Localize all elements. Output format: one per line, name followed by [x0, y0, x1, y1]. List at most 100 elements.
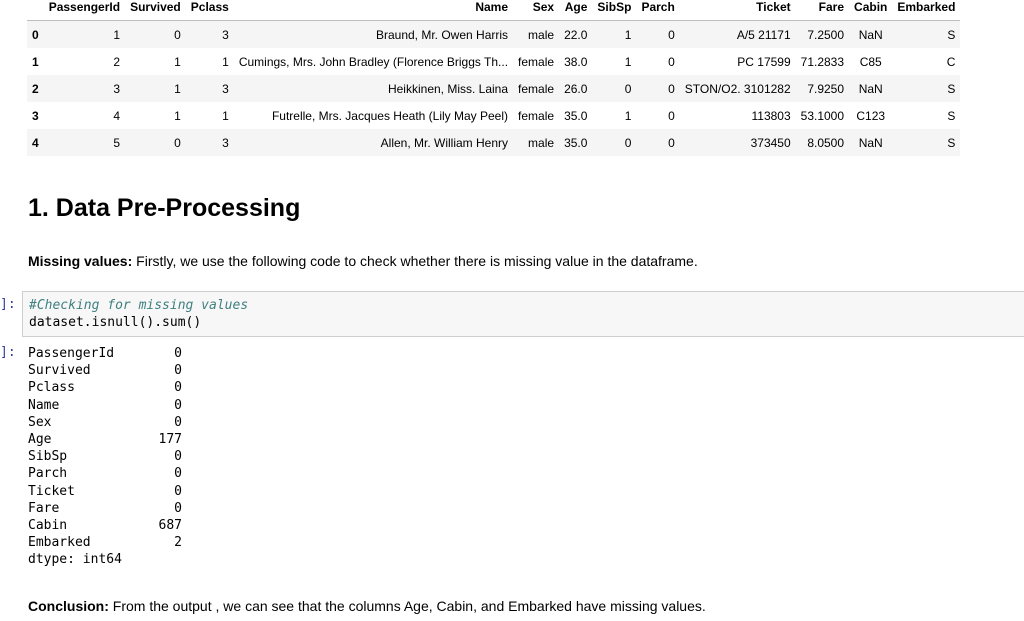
series-name: Sex	[28, 414, 52, 430]
table-cell: 7.9250	[807, 81, 845, 96]
column-header: PassengerId	[43, 0, 126, 21]
table-cell: PC 17599	[737, 54, 791, 69]
table-cell: 35.0	[564, 108, 588, 123]
table-row: 3 4 1 1 Futrelle, Mrs. Jacques Heath (Li…	[27, 102, 960, 129]
section-heading: 1. Data Pre-Processing	[28, 194, 301, 222]
series-name: Cabin	[28, 518, 68, 534]
table-cell: Allen, Mr. William Henry	[380, 135, 509, 150]
table-cell: 0	[668, 108, 675, 123]
row-index: 3	[32, 108, 39, 123]
table-header-row: PassengerId Survived Pclass Name Sex Age…	[27, 0, 961, 21]
series-name: SibSp	[28, 449, 68, 465]
series-value: 687	[158, 518, 182, 534]
column-header: Sex	[513, 0, 560, 21]
output-prompt: ]:	[0, 345, 16, 360]
table-cell: 1	[624, 27, 632, 42]
series-name: Embarked	[28, 535, 91, 551]
conclusion-label: Conclusion:	[28, 598, 109, 614]
table-cell: 3	[222, 27, 229, 42]
code-cell-input[interactable]: #Checking for missing values dataset.isn…	[22, 291, 1024, 337]
code-cell-output: PassengerId 0 Survived 0 Pclass 0 Name 0 Sex…	[28, 345, 182, 569]
table-cell: 22.0	[564, 27, 588, 42]
list-item: Cabin 687	[28, 517, 182, 534]
series-name: Age	[28, 432, 52, 448]
series-value: 2	[174, 535, 182, 551]
table-cell: 373450	[750, 135, 791, 150]
table-cell: 0	[624, 81, 632, 96]
row-index: 2	[32, 81, 39, 96]
table-cell: C	[946, 54, 956, 69]
list-item: Parch 0	[28, 465, 182, 482]
table-cell: 38.0	[564, 54, 588, 69]
series-name: Survived	[28, 363, 91, 379]
conclusion-paragraph: Conclusion: From the output , we can see…	[28, 598, 706, 614]
table-cell: 3	[222, 135, 229, 150]
code-comment: #Checking for missing values	[29, 298, 249, 313]
series-name: Parch	[28, 466, 68, 482]
table-cell: 53.1000	[800, 108, 845, 123]
table-cell: Cumings, Mrs. John Bradley (Florence Bri…	[238, 54, 509, 69]
series-value: 0	[174, 466, 182, 482]
table-cell: 0	[624, 135, 632, 150]
column-header: Embarked	[892, 0, 961, 21]
series-value: 0	[174, 483, 182, 499]
table-cell: C85	[859, 54, 882, 69]
series-value: 0	[174, 500, 182, 516]
table-cell: 0	[668, 135, 675, 150]
table-cell: 2	[113, 54, 121, 69]
table-cell: NaN	[858, 27, 883, 42]
table-cell: 0	[174, 27, 181, 42]
list-item: Ticket 0	[28, 483, 182, 500]
list-item: PassengerId 0	[28, 345, 182, 362]
table-cell: NaN	[858, 81, 883, 96]
table-cell: 0	[668, 27, 675, 42]
table-cell: female	[518, 54, 555, 69]
table-cell: Futrelle, Mrs. Jacques Heath (Lily May P…	[271, 108, 509, 123]
table-cell: STON/O2. 3101282	[684, 81, 791, 96]
table-cell: 1	[624, 54, 632, 69]
column-header: Ticket	[679, 0, 796, 21]
column-header: Fare	[795, 0, 850, 21]
series-value: 0	[174, 397, 182, 413]
table-cell: 0	[668, 54, 675, 69]
list-item: Pclass 0	[28, 379, 182, 396]
list-item: Name 0	[28, 397, 182, 414]
dataframe-output: PassengerId Survived Pclass Name Sex Age…	[27, 0, 961, 156]
table-row: 1 2 1 1 Cumings, Mrs. John Bradley (Flor…	[27, 48, 960, 75]
table-cell: 1	[624, 108, 632, 123]
column-header: SibSp	[592, 0, 637, 21]
list-item: Survived 0	[28, 362, 182, 379]
column-header: Survived	[125, 0, 186, 21]
series-name: Fare	[28, 500, 60, 516]
list-item: Age 177	[28, 431, 182, 448]
list-item: SibSp 0	[28, 448, 182, 465]
missing-values-label: Missing values:	[28, 253, 133, 269]
list-item: Fare 0	[28, 500, 182, 517]
column-header: Age	[559, 0, 593, 21]
table-cell: S	[947, 81, 956, 96]
column-header: Cabin	[849, 0, 893, 21]
table-cell: 1	[113, 27, 121, 42]
series-name: Name	[28, 397, 60, 413]
row-index: 0	[32, 27, 39, 42]
series-name: Pclass	[28, 380, 75, 396]
missing-values-text: Firstly, we use the following code to ch…	[132, 253, 698, 269]
series-value: 0	[174, 414, 182, 430]
table-cell: female	[518, 81, 555, 96]
series-value: 177	[158, 432, 182, 448]
table-cell: Heikkinen, Miss. Laina	[387, 81, 509, 96]
table-cell: 71.2833	[800, 54, 845, 69]
table-cell: 0	[174, 135, 181, 150]
table-cell: 4	[113, 108, 121, 123]
list-item: Embarked 2	[28, 534, 182, 551]
series-name: Ticket	[28, 483, 75, 499]
series-value: 0	[174, 346, 182, 361]
table-cell: A/5 21171	[736, 27, 791, 42]
table-cell: S	[947, 108, 956, 123]
table-cell: 26.0	[564, 81, 588, 96]
table-cell: 1	[174, 108, 181, 123]
table-cell: 1	[174, 54, 181, 69]
table-cell: 3	[222, 81, 229, 96]
list-item: Sex 0	[28, 414, 182, 431]
table-cell: 5	[113, 135, 121, 150]
